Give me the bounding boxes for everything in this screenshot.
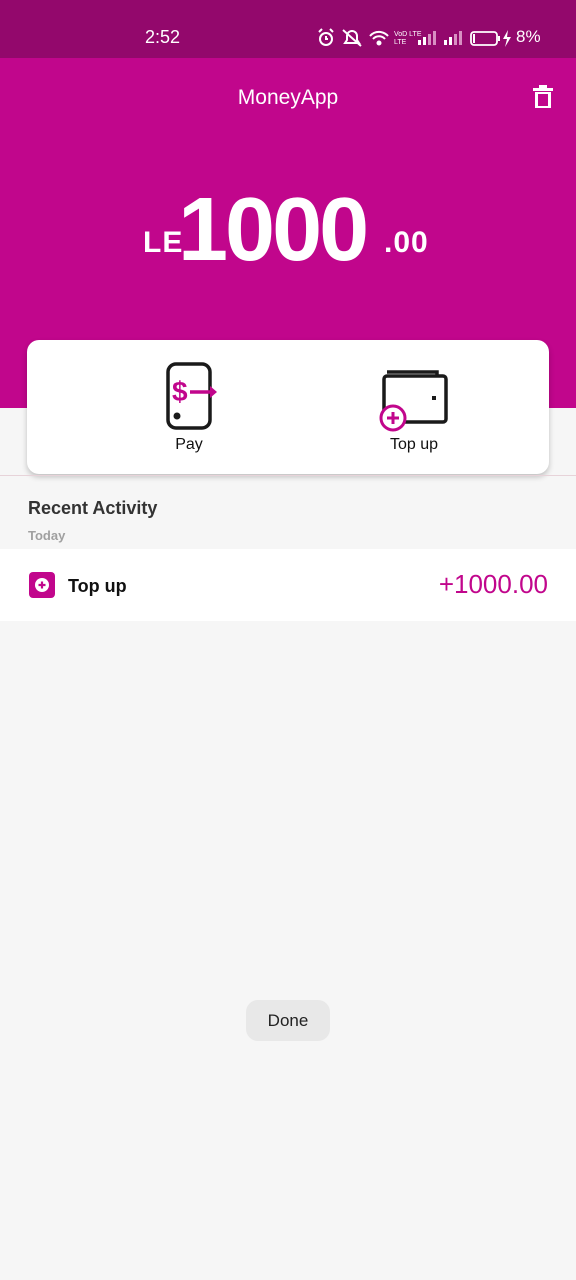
balance-amount: 1000 [178,180,369,280]
trash-icon[interactable] [530,84,556,110]
divider [0,475,576,476]
plus-square-icon [29,572,55,598]
mute-icon [342,29,362,47]
list-item[interactable]: Top up +1000.00 [0,549,576,621]
alarm-icon [318,28,334,46]
activity-label: Top up [68,576,127,596]
pay-label: Pay [175,436,203,453]
activity-amount: +1000.00 [438,569,548,599]
recent-activity-title: Recent Activity [28,498,158,518]
balance-cents: .00 [384,226,429,259]
status-icons: VoD LTE LTE [318,28,511,47]
top-up-label: Top up [389,436,439,453]
pay-button[interactable]: $ Pay [134,362,244,454]
recent-activity-date: Today [28,528,66,543]
balance-display: LE 1000 .00 [0,178,576,280]
battery-icon [470,31,500,46]
charging-icon [503,30,511,47]
svg-text:$: $ [172,376,188,407]
done-button[interactable]: Done [246,1000,330,1041]
wallet-plus-icon [379,370,448,432]
action-card: $ Pay Top up [27,340,549,474]
wifi-icon [369,30,389,46]
app-title: MoneyApp [237,86,339,109]
phone-dollar-icon: $ [166,362,217,430]
status-bar: 2:52 VoD LTE LTE 8% [0,0,576,58]
svg-text:LTE: LTE [394,39,407,46]
top-up-button[interactable]: Top up [359,362,469,454]
battery-percent: 8% [516,27,541,46]
status-time: 2:52 [145,27,181,47]
volte-icon: VoD LTE [394,31,422,38]
signal-icon [444,31,462,45]
